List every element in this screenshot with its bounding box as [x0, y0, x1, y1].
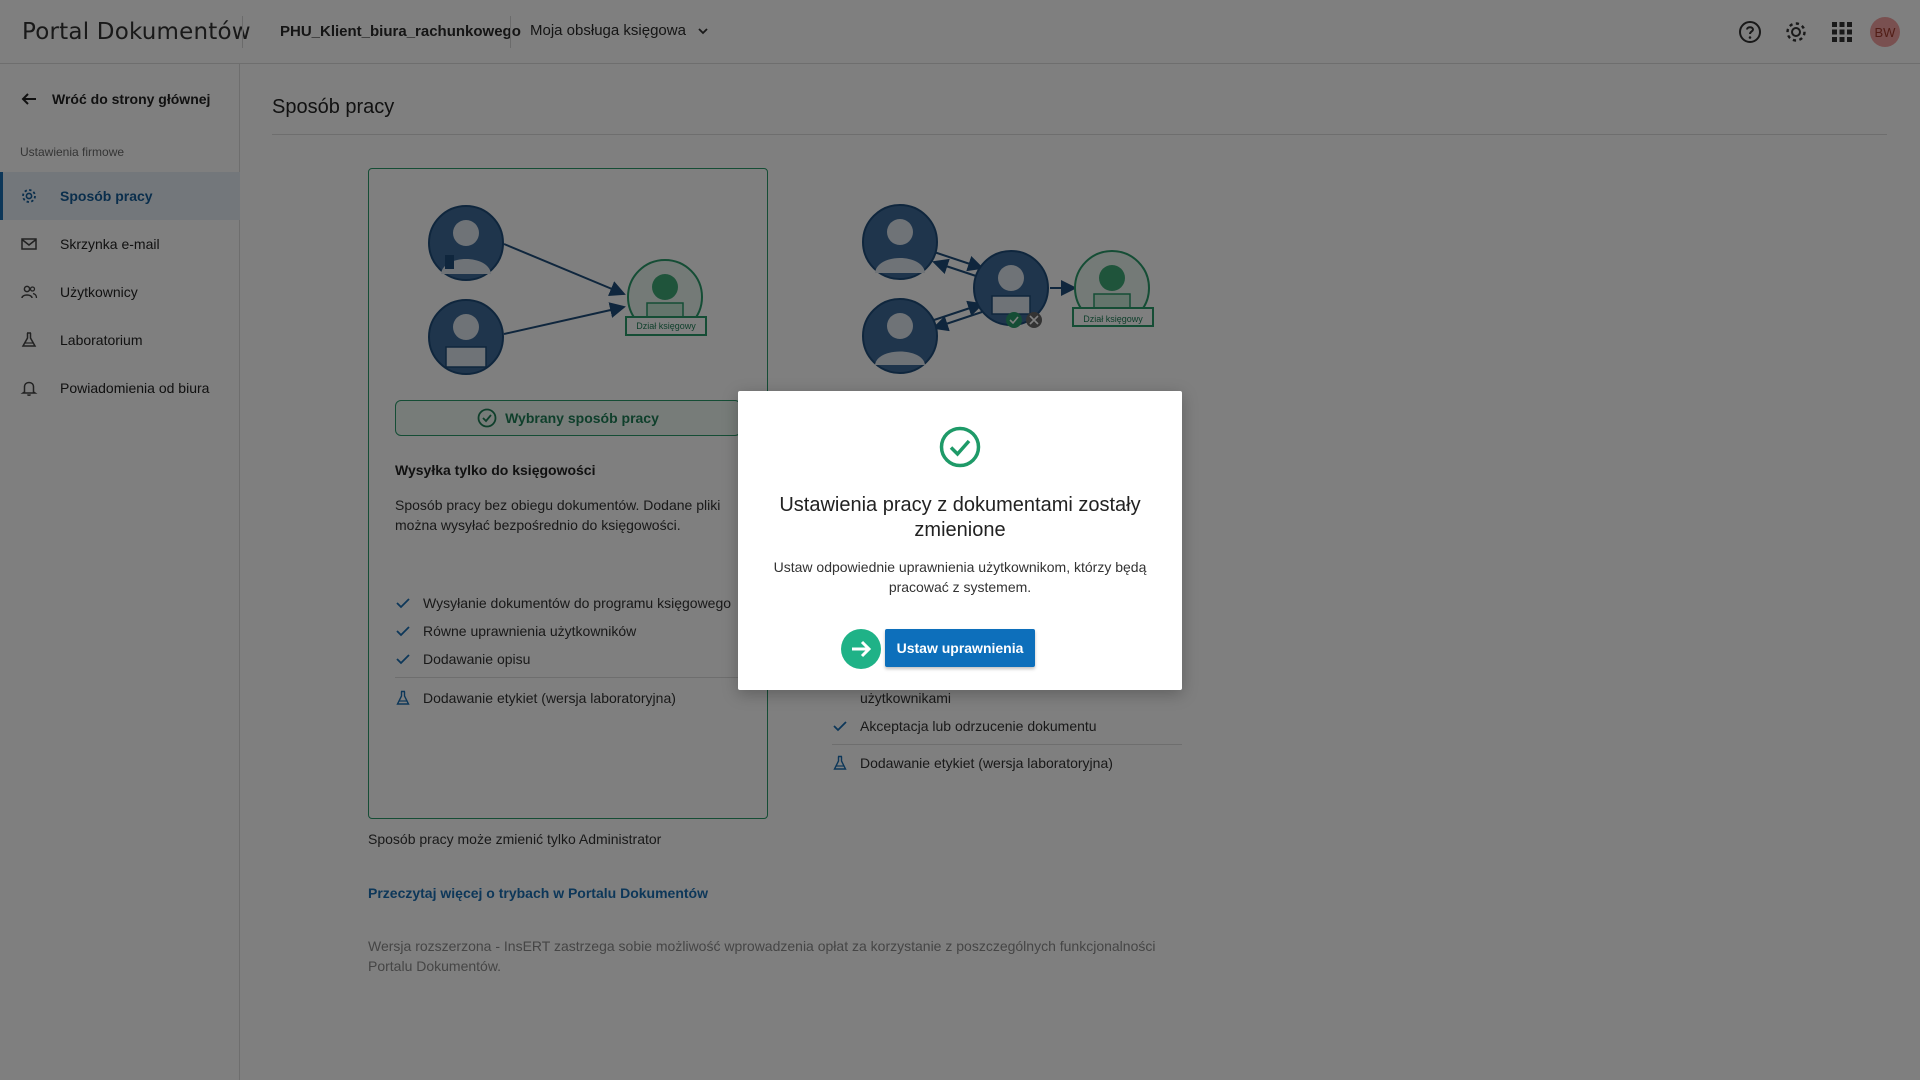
check-circle-icon [939, 426, 981, 468]
settings-changed-dialog: Ustawienia pracy z dokumentami zostały z… [738, 391, 1182, 690]
set-permissions-button[interactable]: Ustaw uprawnienia [885, 629, 1035, 667]
arrow-right-icon [841, 629, 881, 669]
dialog-title: Ustawienia pracy z dokumentami zostały z… [779, 494, 1141, 541]
dialog-text: Ustaw odpowiednie uprawnienia użytkownik… [773, 559, 1147, 595]
